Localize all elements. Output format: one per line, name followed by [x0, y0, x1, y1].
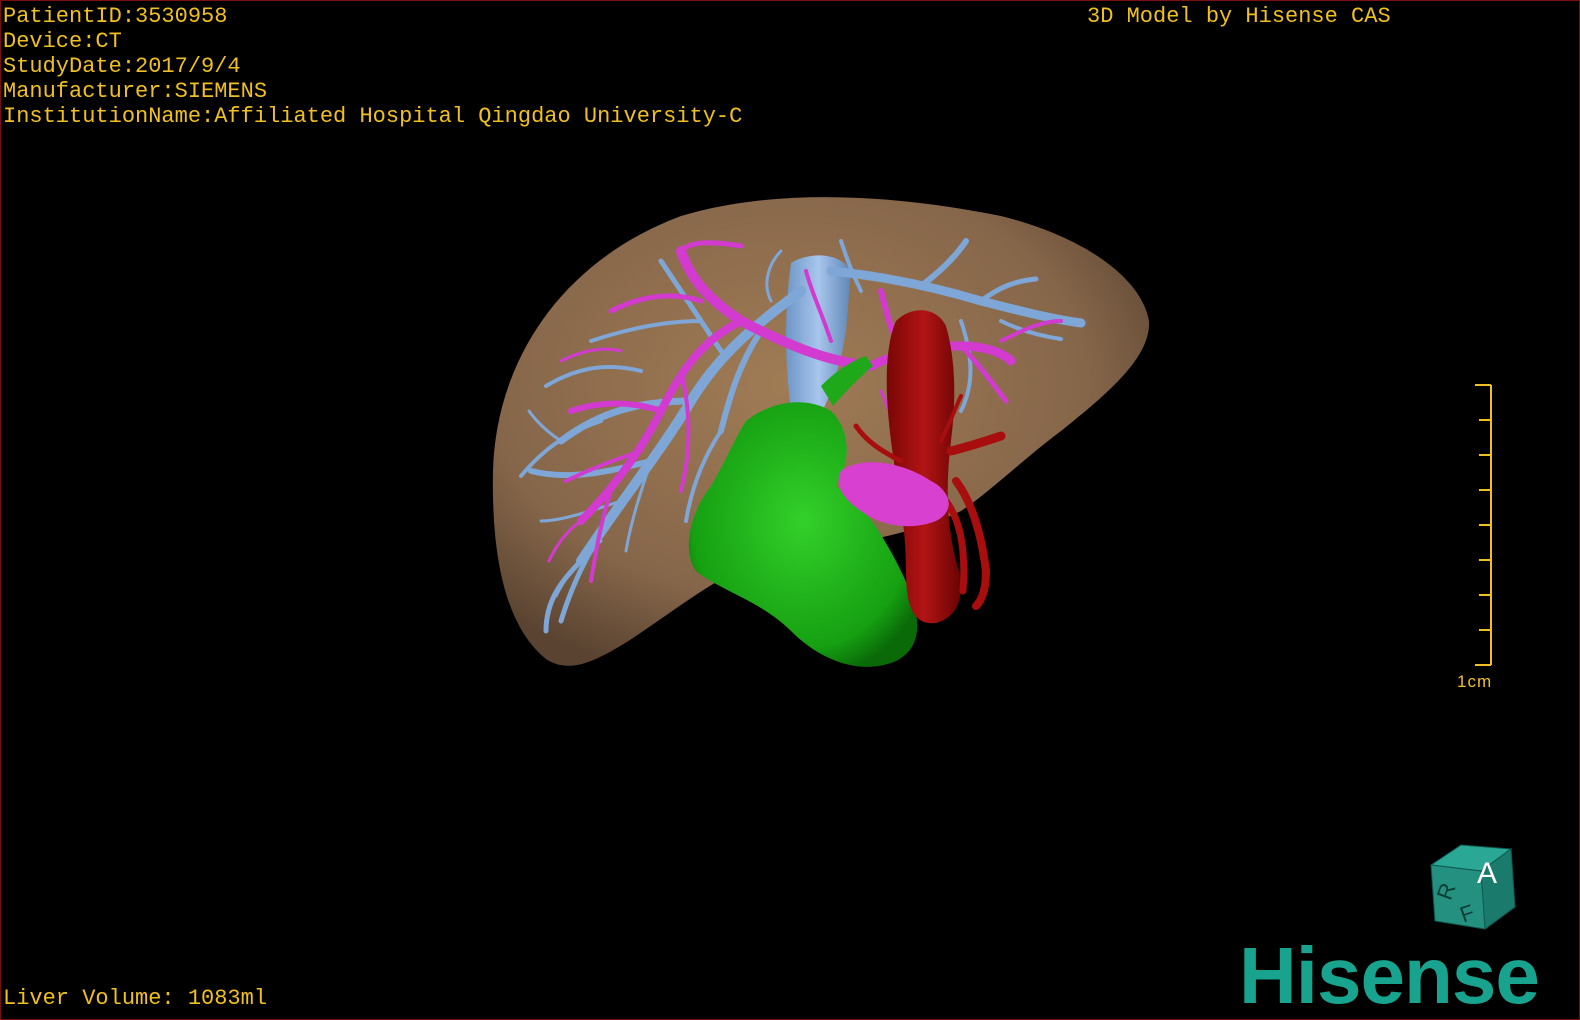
- patient-id-label: PatientID:3530958: [3, 4, 228, 29]
- device-label: Device:CT: [3, 29, 122, 54]
- manufacturer-label: Manufacturer:SIEMENS: [3, 79, 268, 104]
- hisense-logo: Hisense: [1239, 931, 1540, 1020]
- model-credit-label: 3D Model by Hisense CAS: [1087, 4, 1391, 29]
- liver-3d-model[interactable]: [1, 1, 1580, 1020]
- study-date-label: StudyDate:2017/9/4: [3, 54, 241, 79]
- patient-info-overlay: PatientID:3530958 Device:CT StudyDate:20…: [3, 4, 742, 129]
- scale-bar-label: 1cm: [1457, 672, 1493, 691]
- orientation-cube[interactable]: A R F: [1427, 837, 1527, 937]
- 3d-viewport[interactable]: PatientID:3530958 Device:CT StudyDate:20…: [0, 0, 1580, 1020]
- liver-volume-label: Liver Volume: 1083ml: [3, 986, 268, 1011]
- cube-front-label: A: [1477, 857, 1497, 890]
- scale-bar: [1475, 384, 1492, 666]
- institution-label: InstitutionName:Affiliated Hospital Qing…: [3, 104, 743, 129]
